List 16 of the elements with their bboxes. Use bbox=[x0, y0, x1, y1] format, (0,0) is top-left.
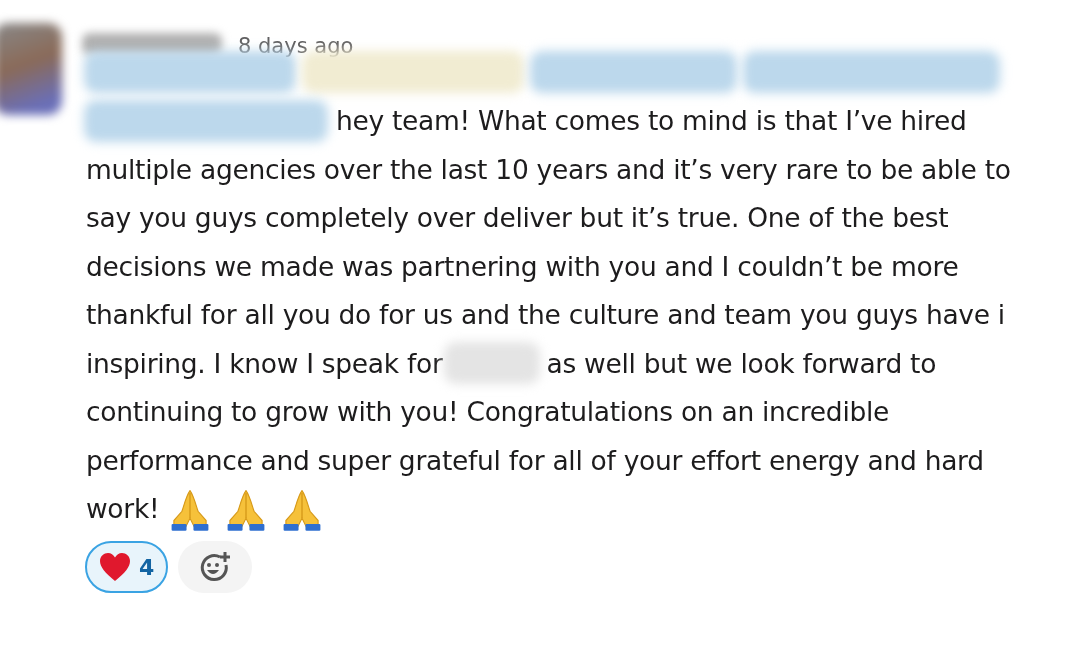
message-text: continuing to grow with you! Congratulations on an incredible bbox=[86, 396, 890, 428]
message-text: say you guys completely over deliver but it’s true. One of the best bbox=[86, 202, 949, 234]
add-emoji-icon bbox=[198, 551, 233, 583]
timestamp[interactable]: 8 days ago bbox=[238, 34, 354, 58]
heart-reaction[interactable]: 4 bbox=[85, 541, 169, 593]
message-text: hey team! What comes to mind is that I’ve hired bbox=[336, 105, 967, 137]
avatar[interactable] bbox=[0, 23, 62, 115]
message-text: as well but we look forward to bbox=[546, 347, 937, 379]
message-text: performance and super grateful for all of your effort energy and hard bbox=[86, 444, 984, 476]
message-text: decisions we made was partnering with you and I couldn’t be more bbox=[86, 250, 959, 282]
heart-icon bbox=[99, 552, 131, 582]
message-text: multiple agencies over the last 10 years and it’s very rare to be able to bbox=[86, 153, 1011, 185]
message-text: work! bbox=[86, 493, 160, 525]
message-text: thankful for all you do for us and the culture and team you guys have i bbox=[86, 299, 1005, 331]
add-reaction-button[interactable] bbox=[178, 541, 253, 593]
message-text: inspiring. I know I speak for bbox=[86, 347, 443, 379]
